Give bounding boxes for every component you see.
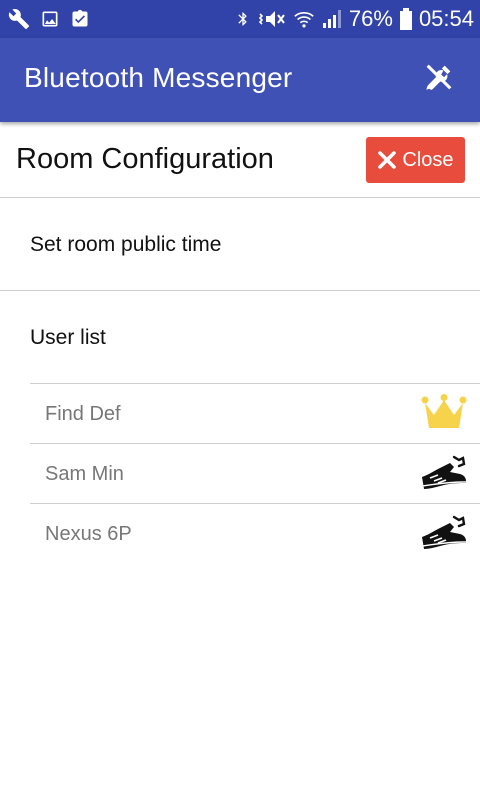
- user-row: Sam Min: [30, 443, 480, 503]
- battery-icon: [399, 8, 413, 30]
- set-room-public-time-label: Set room public time: [30, 233, 222, 256]
- user-list: Find Def Sam Min Nexus 6P: [30, 383, 480, 563]
- wrench-icon: [8, 8, 30, 30]
- room-config-header: Room Configuration Close: [0, 122, 480, 198]
- tools-button[interactable]: [420, 60, 458, 98]
- kick-icon[interactable]: [420, 513, 468, 553]
- signal-icon: [321, 9, 343, 29]
- status-bar: 76% 05:54: [0, 0, 480, 38]
- user-name: Sam Min: [45, 463, 124, 485]
- user-row: Find Def: [30, 383, 480, 443]
- user-name: Nexus 6P: [45, 523, 132, 545]
- clipboard-check-icon: [70, 8, 90, 30]
- page-title: Room Configuration: [16, 143, 274, 175]
- set-room-public-time-item[interactable]: Set room public time: [0, 198, 480, 291]
- app-title: Bluetooth Messenger: [24, 62, 293, 93]
- vibrate-icon: [257, 8, 287, 30]
- user-name: Find Def: [45, 403, 121, 425]
- crown-icon: [420, 393, 468, 433]
- user-list-label: User list: [30, 326, 106, 349]
- clock: 05:54: [418, 6, 474, 31]
- kick-icon[interactable]: [420, 453, 468, 493]
- close-label: Close: [402, 148, 454, 171]
- battery-percent: 76%: [348, 6, 393, 31]
- wifi-icon: [293, 8, 315, 30]
- bluetooth-icon: [235, 8, 251, 30]
- image-icon: [40, 9, 60, 29]
- close-icon: [377, 150, 397, 170]
- user-row: Nexus 6P: [30, 503, 480, 563]
- close-button[interactable]: Close: [366, 137, 465, 183]
- app-bar: Bluetooth Messenger: [0, 38, 480, 122]
- tools-icon: [422, 60, 456, 99]
